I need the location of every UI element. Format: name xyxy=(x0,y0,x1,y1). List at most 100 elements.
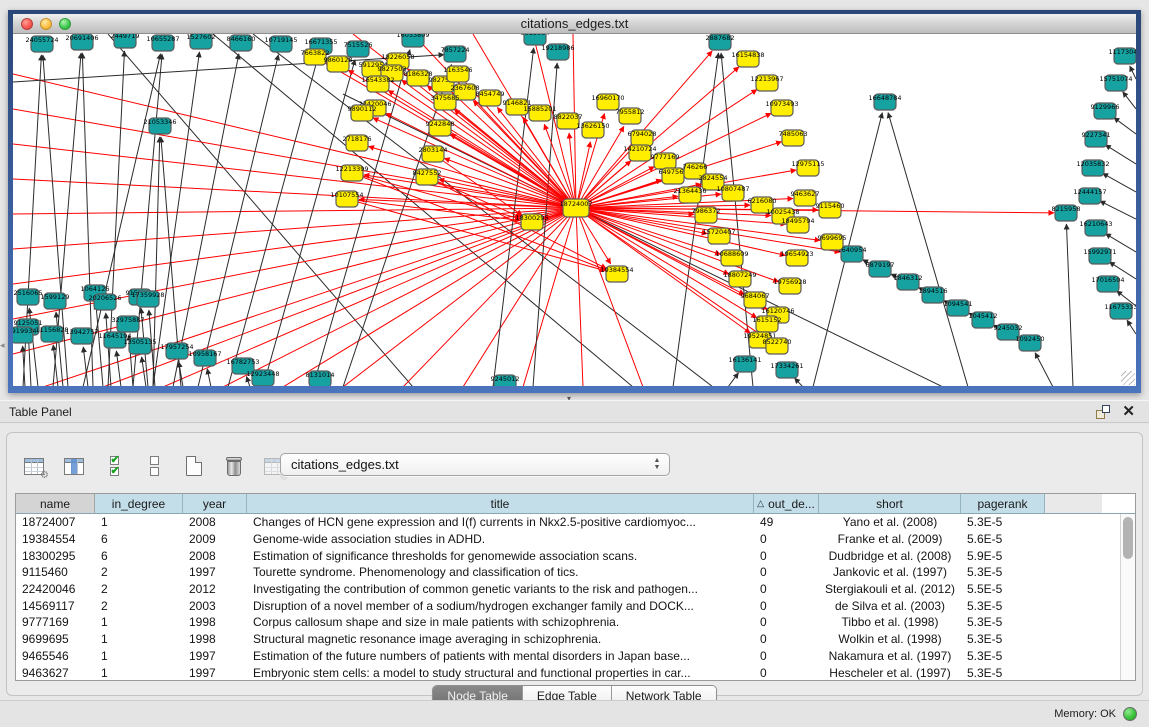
graph-node[interactable]: 17334261 xyxy=(770,362,803,378)
graph-node[interactable]: 11675333 xyxy=(1104,303,1136,319)
graph-node[interactable]: 2803144 xyxy=(419,146,448,162)
graph-node[interactable]: 8466160 xyxy=(227,35,256,51)
graph-node[interactable]: 12035832 xyxy=(1076,160,1109,176)
graph-node[interactable]: 16136141 xyxy=(728,356,761,372)
graph-node[interactable]: 9699695 xyxy=(818,234,847,250)
graph-node[interactable]: 16154838 xyxy=(731,51,764,67)
graph-node[interactable]: 15720407 xyxy=(702,228,735,244)
graph-node[interactable]: 11156828 xyxy=(35,326,68,342)
graph-node[interactable]: 8215958 xyxy=(1052,205,1081,221)
graph-node[interactable]: 18807249 xyxy=(723,271,756,287)
graph-node[interactable]: 8131014 xyxy=(306,371,335,386)
table-row[interactable]: 1830029562008Estimation of significance … xyxy=(16,547,1135,564)
graph-node[interactable]: 17016504 xyxy=(1091,276,1124,292)
close-panel-icon[interactable]: ✕ xyxy=(1122,405,1135,419)
column-header-out-de-[interactable]: △out_de... xyxy=(754,494,819,513)
graph-node[interactable]: 1615152 xyxy=(753,316,782,332)
graph-node[interactable]: 13505135 xyxy=(123,338,156,354)
graph-node[interactable]: 19218986 xyxy=(541,44,574,60)
graph-node[interactable]: 9129966 xyxy=(1091,103,1120,119)
graph-node[interactable]: 3919934 xyxy=(13,327,36,343)
graph-node[interactable]: 8454749 xyxy=(476,90,505,106)
graph-node[interactable]: 7485063 xyxy=(779,130,808,146)
graph-node[interactable]: 1092450 xyxy=(1016,335,1045,351)
table-row[interactable]: 969969511998Structural magnetic resonanc… xyxy=(16,631,1135,648)
memory-status-icon[interactable] xyxy=(1123,707,1137,721)
graph-node[interactable]: 7955812 xyxy=(616,108,645,124)
graph-node[interactable]: 2718176 xyxy=(343,135,372,151)
graph-node[interactable]: 16033809 xyxy=(396,34,429,47)
table-row[interactable]: 911546021997Tourette syndrome. Phenomeno… xyxy=(16,564,1135,581)
graph-node[interactable]: 1527602 xyxy=(187,34,216,49)
new-column-button[interactable] xyxy=(181,454,207,478)
graph-node[interactable]: 9684067 xyxy=(741,292,770,308)
graph-node[interactable]: 7857224 xyxy=(441,46,470,62)
graph-node[interactable]: 21364436 xyxy=(673,187,706,203)
graph-node[interactable]: 21053346 xyxy=(143,118,176,134)
graph-node[interactable]: 9227341 xyxy=(1082,131,1111,147)
column-header-name[interactable]: name xyxy=(16,494,95,513)
graph-node[interactable]: 6879197 xyxy=(866,261,895,277)
graph-node[interactable]: 19384554 xyxy=(600,266,633,282)
graph-node[interactable]: 9115460 xyxy=(816,202,845,218)
graph-node[interactable]: 2887682 xyxy=(706,34,735,50)
float-panel-icon[interactable] xyxy=(1096,405,1110,419)
delete-columns-button[interactable] xyxy=(221,454,247,478)
table-selector-dropdown[interactable]: citations_edges.txt ▲▼ xyxy=(280,453,670,476)
graph-node[interactable]: 15992971 xyxy=(1083,248,1116,264)
graph-node[interactable]: 10807487 xyxy=(716,185,749,201)
graph-node[interactable]: 16648784 xyxy=(868,94,901,110)
show-columns-button[interactable] xyxy=(61,454,87,478)
table-mode-button[interactable]: ⚙ xyxy=(21,454,47,478)
graph-node[interactable]: 19756928 xyxy=(773,278,806,294)
unselect-all-columns-button[interactable] xyxy=(141,454,167,478)
column-header-in-degree[interactable]: in_degree xyxy=(95,494,183,513)
graph-node[interactable]: 15885201 xyxy=(523,105,556,121)
zoom-window-icon[interactable] xyxy=(59,18,71,30)
graph-node[interactable]: 19654923 xyxy=(780,250,813,266)
resize-grip[interactable] xyxy=(1121,371,1135,385)
graph-node[interactable]: 7515526 xyxy=(344,41,373,57)
graph-node[interactable]: 9245012 xyxy=(491,375,520,386)
table-row[interactable]: 977716911998Corpus callosum shape and si… xyxy=(16,614,1135,631)
graph-node[interactable]: 24055724 xyxy=(25,36,58,52)
table-row[interactable]: 1938455462009Genome-wide association stu… xyxy=(16,531,1135,548)
graph-node[interactable]: 12213399 xyxy=(335,165,368,181)
table-row[interactable]: 946362711997Embryonic stem cells: a mode… xyxy=(16,664,1135,681)
left-panel-toggle-icon[interactable]: ◂ xyxy=(0,338,7,352)
graph-node[interactable]: 6794028 xyxy=(628,130,657,146)
graph-node[interactable]: 15751074 xyxy=(1099,75,1132,91)
table-row[interactable]: 2242004622012Investigating the contribut… xyxy=(16,581,1135,598)
graph-node[interactable]: 18724007 xyxy=(559,199,592,217)
graph-node[interactable]: 32975887 xyxy=(111,316,144,332)
graph-node[interactable]: 9890112 xyxy=(348,105,377,121)
graph-node[interactable]: 8522740 xyxy=(763,338,792,354)
minimize-window-icon[interactable] xyxy=(40,18,52,30)
graph-node[interactable]: 1163546 xyxy=(444,66,473,82)
graph-node[interactable]: 12213967 xyxy=(750,75,783,91)
graph-node[interactable]: 2449719 xyxy=(111,34,140,48)
graph-node[interactable]: 12975115 xyxy=(791,160,824,176)
column-header-title[interactable]: title xyxy=(247,494,754,513)
graph-node[interactable]: 20206526 xyxy=(88,294,121,310)
select-all-columns-button[interactable] xyxy=(101,454,127,478)
graph-node[interactable]: 10107554 xyxy=(330,191,363,207)
graph-node[interactable]: 9860128 xyxy=(324,56,353,72)
column-header-year[interactable]: year xyxy=(183,494,247,513)
graph-node[interactable]: 9242848 xyxy=(426,120,455,136)
close-window-icon[interactable] xyxy=(21,18,33,30)
graph-node[interactable]: 2516065 xyxy=(14,289,43,305)
graph-node[interactable]: 18495794 xyxy=(781,217,814,233)
graph-node[interactable]: 13626150 xyxy=(576,122,609,138)
column-header-short[interactable]: short xyxy=(819,494,961,513)
table-scrollbar[interactable] xyxy=(1120,514,1135,680)
column-header-pagerank[interactable]: pagerank xyxy=(961,494,1045,513)
graph-node[interactable]: 8427552 xyxy=(413,169,442,185)
table-row[interactable]: 1872400712008Changes of HCN gene express… xyxy=(16,514,1135,531)
network-canvas[interactable]: 2405572420691406244971910655287152760284… xyxy=(13,34,1136,386)
graph-node[interactable]: 11173044 xyxy=(1108,48,1136,64)
graph-node[interactable]: 20691406 xyxy=(65,34,98,50)
graph-node[interactable]: 7986372 xyxy=(692,207,721,223)
table-row[interactable]: 946554611997Estimation of the future num… xyxy=(16,648,1135,665)
network-window-titlebar[interactable]: citations_edges.txt xyxy=(13,14,1136,34)
